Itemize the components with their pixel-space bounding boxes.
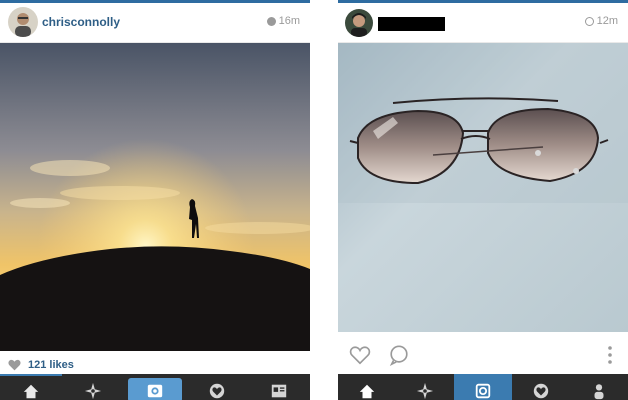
clock-icon bbox=[584, 16, 594, 26]
tab-activity[interactable] bbox=[186, 374, 248, 400]
activity-icon bbox=[533, 383, 549, 399]
clock-icon bbox=[266, 16, 276, 26]
news-icon bbox=[271, 384, 287, 398]
post-photo-sunset[interactable] bbox=[0, 43, 310, 351]
tab-camera[interactable] bbox=[454, 374, 512, 400]
heart-icon bbox=[8, 359, 21, 371]
tab-explore[interactable] bbox=[62, 374, 124, 400]
tab-profile[interactable] bbox=[570, 374, 628, 400]
active-tab-indicator bbox=[0, 374, 62, 376]
bottom-tab-bar bbox=[338, 374, 628, 400]
left-phone-screen: chrisconnolly 16m 121 likes bbox=[0, 0, 310, 400]
avatar[interactable] bbox=[345, 9, 373, 37]
explore-icon bbox=[416, 382, 434, 400]
camera-icon bbox=[147, 384, 163, 398]
right-phone-screen: 12m bbox=[338, 0, 628, 400]
camera-icon bbox=[475, 383, 491, 399]
post-header: 12m bbox=[338, 3, 628, 43]
avatar[interactable] bbox=[8, 7, 38, 37]
explore-icon bbox=[84, 382, 102, 400]
likes-row[interactable]: 121 likes bbox=[0, 355, 310, 375]
post-time: 16m bbox=[266, 15, 300, 27]
post-photo-sunglasses[interactable] bbox=[338, 43, 628, 332]
tab-news[interactable] bbox=[248, 374, 310, 400]
bottom-tab-bar bbox=[0, 374, 310, 400]
username-redacted[interactable] bbox=[378, 17, 445, 31]
post-actions bbox=[338, 342, 628, 370]
home-icon bbox=[23, 384, 39, 399]
tab-camera[interactable] bbox=[124, 374, 186, 400]
post-time-text: 12m bbox=[596, 15, 618, 27]
like-heart-icon[interactable] bbox=[349, 344, 371, 366]
tab-activity[interactable] bbox=[512, 374, 570, 400]
comment-icon[interactable] bbox=[388, 344, 410, 366]
username-link[interactable]: chrisconnolly bbox=[42, 15, 120, 29]
home-icon bbox=[359, 384, 375, 399]
tab-explore[interactable] bbox=[396, 374, 454, 400]
post-header: chrisconnolly 16m bbox=[0, 3, 310, 43]
post-time-text: 16m bbox=[278, 15, 300, 27]
more-options-icon[interactable] bbox=[604, 344, 616, 366]
profile-icon bbox=[594, 384, 604, 400]
post-time: 12m bbox=[584, 15, 618, 27]
activity-icon bbox=[209, 383, 225, 399]
tab-home[interactable] bbox=[0, 374, 62, 400]
tab-home[interactable] bbox=[338, 374, 396, 400]
likes-count[interactable]: 121 likes bbox=[28, 359, 74, 371]
